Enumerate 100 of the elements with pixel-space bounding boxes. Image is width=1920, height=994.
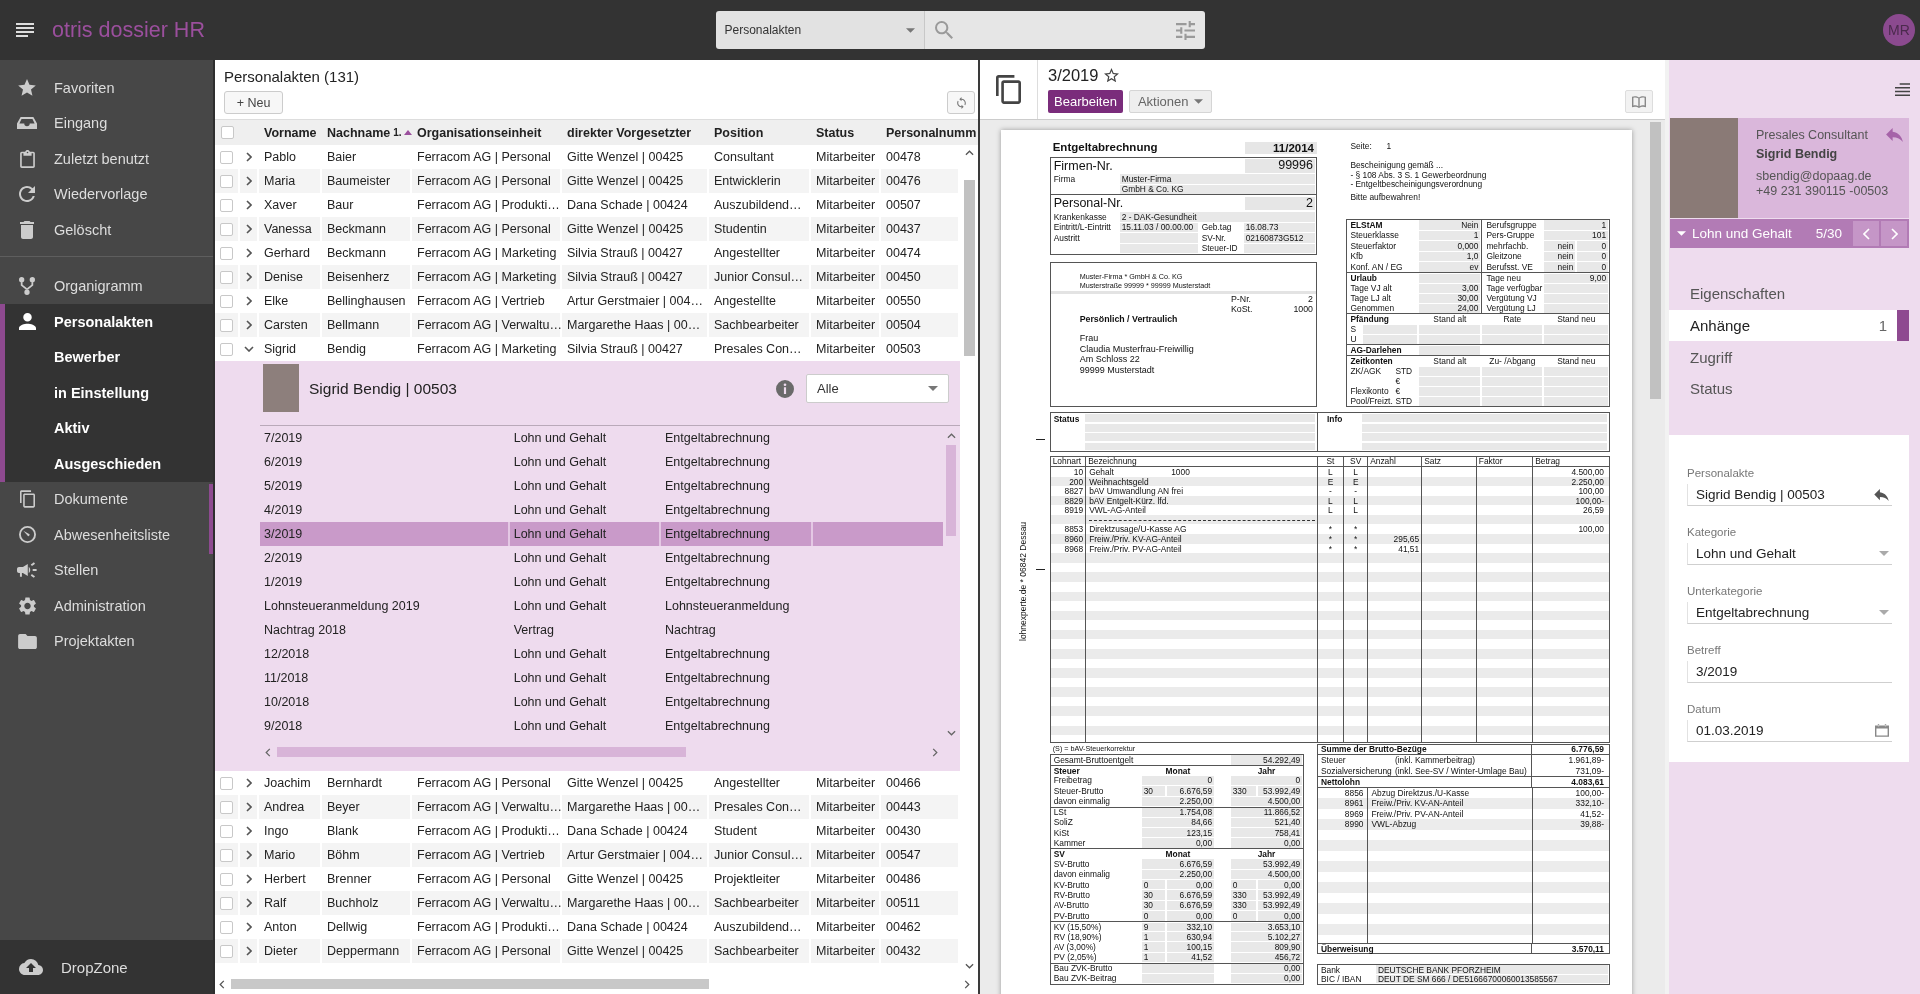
checkbox[interactable]: [220, 872, 233, 886]
checkbox[interactable]: [220, 270, 233, 284]
checkbox[interactable]: [220, 848, 233, 862]
reply-icon[interactable]: [1874, 488, 1889, 501]
sidebar-item[interactable]: Favoriten: [0, 70, 213, 106]
chevron-left-icon[interactable]: [219, 979, 225, 989]
chevron-right-icon[interactable]: [245, 224, 252, 234]
chevron-right-icon[interactable]: [245, 320, 252, 330]
table-row[interactable]: 6/2019 Lohn und Gehalt Entgeltabrechnung: [260, 450, 943, 474]
table-row[interactable]: Nachtrag 2018 Vertrag Nachtrag: [260, 618, 943, 642]
filter-dropdown[interactable]: Alle: [806, 374, 949, 403]
column-header[interactable]: Personalnumm: [881, 120, 978, 145]
dropzone[interactable]: DropZone: [0, 940, 213, 994]
chevron-right-icon[interactable]: [245, 922, 252, 932]
input-field[interactable]: Sigrid Bendig | 00503: [1687, 484, 1892, 507]
table-row[interactable]: 7/2019 Lohn und Gehalt Entgeltabrechnung: [260, 426, 943, 450]
table-row[interactable]: 5/2019 Lohn und Gehalt Entgeltabrechnung: [260, 474, 943, 498]
chevron-right-icon[interactable]: [932, 747, 938, 757]
checkbox[interactable]: [220, 246, 233, 260]
sidebar-item[interactable]: Gelöscht: [0, 212, 213, 248]
column-header[interactable]: Nachname 1.: [322, 120, 412, 145]
sidebar-item[interactable]: Bewerber: [0, 339, 213, 375]
column-header[interactable]: Position: [709, 120, 811, 145]
chevron-right-icon[interactable]: [245, 200, 252, 210]
tab[interactable]: Zugriff: [1669, 341, 1909, 374]
checkbox[interactable]: [220, 944, 233, 958]
table-row[interactable]: 2/2019 Lohn und Gehalt Entgeltabrechnung: [260, 546, 943, 570]
table-row[interactable]: 3/2019 Lohn und Gehalt Entgeltabrechnung: [260, 522, 943, 546]
column-header[interactable]: Vorname: [259, 120, 322, 145]
checkbox[interactable]: [220, 318, 233, 332]
chevron-right-icon[interactable]: [245, 152, 252, 162]
table-row[interactable]: Mario Böhm Ferracom AG | Vertrieb Artur Gerstmaier | 004… Junior Consul… Mitarbeiter 00547: [215, 843, 960, 867]
sidebar-item[interactable]: Zuletzt benutzt: [0, 141, 213, 177]
sidebar-item[interactable]: Dokumente: [0, 481, 213, 517]
sidebar-item[interactable]: in Einstellung: [0, 375, 213, 411]
chevron-up-icon[interactable]: [964, 150, 974, 156]
table-row[interactable]: Vanessa Beckmann Ferracom AG | Personal Gitte Wenzel | 00425 Studentin Mitarbeiter 00437: [215, 217, 960, 241]
table-row[interactable]: Lohnsteueranmeldung 2019 Lohn und Gehalt Lohnsteueranmeldung: [260, 594, 943, 618]
filter-settings-icon[interactable]: [1175, 20, 1195, 40]
table-row[interactable]: Carsten Bellmann Ferracom AG | Verwaltu… Margarethe Haas | 00… Sachbearbeiter Mitarbeiter 00504: [215, 313, 960, 337]
sidebar-item[interactable]: Projektakten: [0, 623, 213, 659]
sidebar-item[interactable]: Eingang: [0, 105, 213, 141]
table-row[interactable]: 4/2019 Lohn und Gehalt Entgeltabrechnung: [260, 498, 943, 522]
table-row[interactable]: Denise Beisenherz Ferracom AG | Marketing Silvia Strauß | 00427 Junior Consul… Mitarbeiter 00450: [215, 265, 960, 289]
new-button[interactable]: + Neu: [224, 91, 283, 114]
column-header[interactable]: Organisationseinheit: [412, 120, 562, 145]
list-view-icon[interactable]: [1895, 82, 1910, 96]
table-row[interactable]: Dieter Deppermann Ferracom AG | Personal Gitte Wenzel | 00425 Sachbearbeiter Mitarbeiter 00432: [215, 939, 960, 963]
checkbox[interactable]: [220, 294, 233, 308]
select-all-checkbox[interactable]: [221, 126, 234, 139]
table-row[interactable]: 9/2018 Lohn und Gehalt Entgeltabrechnung: [260, 714, 943, 738]
sidebar-item[interactable]: Personalakten: [0, 304, 213, 340]
chevron-right-icon[interactable]: [245, 778, 252, 788]
tab[interactable]: Anhänge 1: [1669, 309, 1909, 342]
checkbox[interactable]: [220, 824, 233, 838]
scrollbar-thumb[interactable]: [1650, 122, 1661, 399]
info-icon[interactable]: [776, 380, 794, 398]
date-field[interactable]: 01.03.2019: [1687, 720, 1892, 743]
chevron-down-icon[interactable]: [964, 963, 974, 969]
previous-button[interactable]: [1853, 221, 1879, 246]
table-row[interactable]: 11/2018 Lohn und Gehalt Entgeltabrechnung: [260, 666, 943, 690]
column-header[interactable]: direkter Vorgesetzter: [562, 120, 709, 145]
chevron-right-icon[interactable]: [245, 874, 252, 884]
scrollbar-thumb[interactable]: [209, 484, 213, 554]
checkbox[interactable]: [220, 800, 233, 814]
chevron-left-icon[interactable]: [265, 747, 271, 757]
select-field[interactable]: Lohn und Gehalt: [1687, 543, 1892, 566]
sidebar-item[interactable]: Wiedervorlage: [0, 176, 213, 212]
checkbox[interactable]: [220, 222, 233, 236]
next-button[interactable]: [1881, 221, 1907, 246]
calendar-icon[interactable]: [1875, 724, 1889, 738]
sidebar-item[interactable]: Stellen: [0, 552, 213, 588]
chevron-down-icon[interactable]: [946, 730, 956, 736]
chevron-right-icon[interactable]: [964, 979, 970, 989]
sidebar-item[interactable]: Organigramm: [0, 268, 213, 304]
chevron-right-icon[interactable]: [245, 272, 252, 282]
sidebar-item[interactable]: Aktiv: [0, 410, 213, 446]
chevron-right-icon[interactable]: [245, 248, 252, 258]
table-row[interactable]: Andrea Beyer Ferracom AG | Verwaltu… Margarethe Haas | 00… Presales Con… Mitarbeiter 00443: [215, 795, 960, 819]
checkbox[interactable]: [220, 896, 233, 910]
sidebar-item[interactable]: Abwesenheitsliste: [0, 517, 213, 553]
edit-button[interactable]: Bearbeiten: [1048, 89, 1123, 113]
select-field[interactable]: Entgeltabrechnung: [1687, 602, 1892, 625]
star-outline-icon[interactable]: [1104, 67, 1120, 83]
tab[interactable]: Eigenschaften: [1669, 278, 1909, 310]
checkbox[interactable]: [220, 342, 233, 356]
scrollbar-thumb[interactable]: [946, 445, 956, 536]
chevron-down-icon[interactable]: [243, 346, 254, 352]
actions-button[interactable]: Aktionen: [1128, 89, 1213, 113]
chevron-up-icon[interactable]: [946, 433, 956, 439]
table-row[interactable]: 1/2019 Lohn und Gehalt Entgeltabrechnung: [260, 570, 943, 594]
chevron-right-icon[interactable]: [245, 850, 252, 860]
checkbox[interactable]: [220, 920, 233, 934]
table-row[interactable]: Maria Baumeister Ferracom AG | Personal Gitte Wenzel | 00425 Entwicklerin Mitarbeiter 00476: [215, 169, 960, 193]
scrollbar-thumb[interactable]: [231, 979, 709, 989]
checkbox[interactable]: [220, 198, 233, 212]
table-row[interactable]: 10/2018 Lohn und Gehalt Entgeltabrechnung: [260, 690, 943, 714]
scrollbar-thumb[interactable]: [963, 180, 975, 356]
checkbox[interactable]: [220, 776, 233, 790]
chevron-right-icon[interactable]: [245, 826, 252, 836]
